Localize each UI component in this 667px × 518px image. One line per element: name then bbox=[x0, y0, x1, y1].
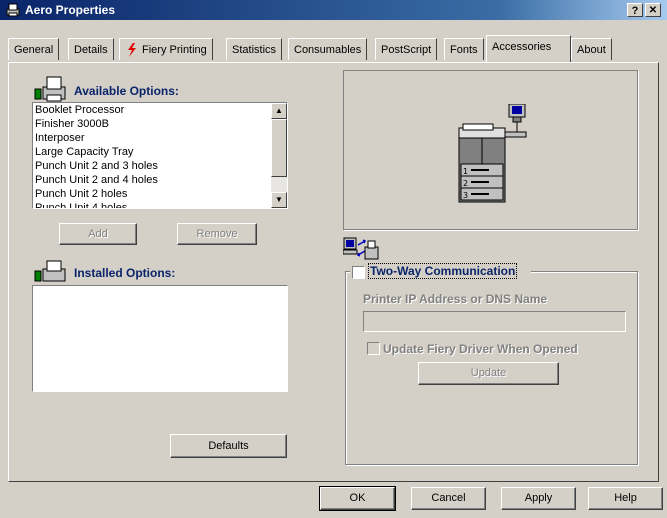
tab-postscript[interactable]: PostScript bbox=[375, 38, 438, 60]
list-item[interactable]: Punch Unit 2 holes bbox=[33, 187, 269, 201]
installed-options-label: Installed Options: bbox=[74, 266, 176, 280]
two-way-communication-checkbox[interactable] bbox=[352, 266, 365, 279]
window-title: Aero Properties bbox=[25, 3, 116, 17]
printer-options-icon bbox=[34, 76, 66, 102]
list-item[interactable]: Booklet Processor bbox=[33, 103, 269, 117]
apply-button[interactable]: Apply bbox=[501, 487, 576, 510]
title-bar[interactable]: Aero Properties ? ✕ bbox=[0, 0, 667, 20]
scroll-thumb[interactable] bbox=[271, 119, 287, 177]
fiery-printer-illustration: 1 2 3 bbox=[458, 104, 527, 203]
add-button[interactable]: Add bbox=[59, 223, 137, 245]
ok-button[interactable]: OK bbox=[319, 486, 396, 511]
tab-about[interactable]: About bbox=[571, 38, 612, 60]
installed-options-list[interactable] bbox=[32, 285, 288, 392]
list-item[interactable]: Interposer bbox=[33, 131, 269, 145]
printer-ip-label: Printer IP Address or DNS Name bbox=[363, 292, 548, 306]
list-item[interactable]: Punch Unit 2 and 3 holes bbox=[33, 159, 269, 173]
svg-text:1: 1 bbox=[463, 167, 468, 176]
help-title-button[interactable]: ? bbox=[627, 3, 643, 17]
printer-icon bbox=[6, 3, 20, 17]
available-options-list[interactable]: Booklet Processor Finisher 3000B Interpo… bbox=[32, 102, 288, 209]
printer-ip-input[interactable] bbox=[363, 311, 626, 332]
printer-picture-box: 1 2 3 bbox=[343, 70, 638, 230]
tab-general[interactable]: General bbox=[8, 38, 60, 60]
close-button[interactable]: ✕ bbox=[645, 3, 661, 17]
two-way-communication-header: Two-Way Communication bbox=[350, 263, 531, 280]
available-options-label: Available Options: bbox=[74, 84, 179, 98]
tab-fiery-printing[interactable]: Fiery Printing bbox=[119, 38, 213, 60]
update-driver-label: Update Fiery Driver When Opened bbox=[383, 342, 578, 356]
scroll-up-button[interactable]: ▲ bbox=[271, 103, 287, 119]
two-way-communication-label[interactable]: Two-Way Communication bbox=[367, 263, 518, 279]
tab-fonts[interactable]: Fonts bbox=[444, 38, 484, 60]
update-driver-checkbox[interactable] bbox=[367, 342, 380, 355]
list-item[interactable]: Punch Unit 2 and 4 holes bbox=[33, 173, 269, 187]
defaults-button[interactable]: Defaults bbox=[170, 434, 287, 458]
tab-statistics[interactable]: Statistics bbox=[226, 38, 283, 60]
remove-button[interactable]: Remove bbox=[177, 223, 257, 245]
svg-text:3: 3 bbox=[463, 191, 468, 200]
scroll-down-button[interactable]: ▼ bbox=[271, 192, 287, 208]
help-button[interactable]: Help bbox=[588, 487, 663, 510]
tab-consumables[interactable]: Consumables bbox=[288, 38, 368, 60]
update-button[interactable]: Update bbox=[418, 362, 559, 385]
list-item[interactable]: Large Capacity Tray bbox=[33, 145, 269, 159]
list-item[interactable]: Finisher 3000B bbox=[33, 117, 269, 131]
two-way-communication-icon bbox=[343, 237, 379, 260]
vertical-scrollbar[interactable]: ▲ ▼ bbox=[271, 103, 287, 208]
tab-fiery-printing-label: Fiery Printing bbox=[142, 44, 207, 56]
tab-details[interactable]: Details bbox=[68, 38, 114, 60]
cancel-button[interactable]: Cancel bbox=[411, 487, 486, 510]
svg-text:2: 2 bbox=[463, 179, 468, 188]
list-item[interactable]: Punch Unit 4 holes bbox=[33, 201, 269, 208]
tab-accessories[interactable]: Accessories bbox=[486, 35, 571, 62]
fiery-lightning-icon bbox=[128, 43, 136, 57]
installed-printer-icon bbox=[34, 260, 66, 282]
